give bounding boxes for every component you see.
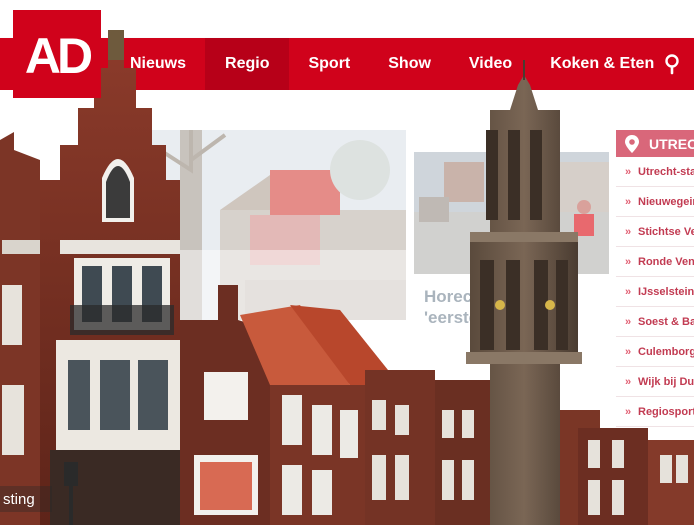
nav-items: Nieuws Regio Sport Show Video Koken & Et…: [118, 38, 673, 90]
nav-item-sport[interactable]: Sport: [289, 38, 369, 90]
page-content: Horeca maakt 'eerste dag v UTRECHT »Utre…: [0, 90, 694, 525]
double-chevron-right-icon: »: [624, 195, 631, 208]
terrace-photo-image: [414, 152, 609, 274]
region-item-ijsselstein[interactable]: » IJsselstein: [616, 277, 694, 307]
breaking-ticker-label[interactable]: sting: [0, 486, 52, 512]
double-chevron-right-icon: »: [624, 315, 631, 328]
top-strip: [0, 0, 694, 38]
site-logo[interactable]: AD: [13, 10, 101, 98]
search-icon: [665, 54, 679, 75]
region-list: »Utrecht-stad »Nieuwegein »Stichtse Vech…: [616, 157, 694, 427]
region-item-ronde-venen[interactable]: »Ronde Venen: [616, 247, 694, 277]
double-chevron-right-icon: »: [624, 345, 631, 358]
location-pin-icon: [625, 134, 639, 153]
search-button[interactable]: [662, 52, 686, 76]
news-card-terrace[interactable]: [414, 152, 609, 274]
region-item-culemborg[interactable]: » Culemborg: [616, 337, 694, 367]
double-chevron-right-icon: »: [624, 375, 631, 388]
region-item-regiosport[interactable]: » Regiosport: [616, 397, 694, 427]
news-photo-image: [150, 130, 406, 320]
region-item-nieuwegein[interactable]: » Nieuwegein: [616, 187, 694, 217]
region-item-wijk-bij-duurstede[interactable]: »Wijk bij Duurstede: [616, 367, 694, 397]
double-chevron-right-icon: »: [624, 405, 631, 418]
region-item-stichtse-vecht[interactable]: »Stichtse Vecht: [616, 217, 694, 247]
logo-text: AD: [24, 28, 93, 84]
nav-item-video[interactable]: Video: [450, 38, 531, 90]
news-headline[interactable]: Horeca maakt 'eerste dag v: [424, 286, 564, 328]
nav-item-show[interactable]: Show: [369, 38, 450, 90]
main-navigation: Nieuws Regio Sport Show Video Koken & Et…: [0, 38, 694, 90]
region-sidebar-header[interactable]: UTRECHT: [616, 130, 694, 157]
region-sidebar-title: UTRECHT: [649, 135, 694, 152]
region-item-utrecht-stad[interactable]: »Utrecht-stad: [616, 157, 694, 187]
region-item-soest-baarn[interactable]: »Soest & Baarn: [616, 307, 694, 337]
nav-item-regio[interactable]: Regio: [205, 38, 290, 90]
double-chevron-right-icon: »: [624, 225, 631, 238]
double-chevron-right-icon: »: [624, 255, 631, 268]
nav-item-nieuws[interactable]: Nieuws: [118, 38, 205, 90]
double-chevron-right-icon: »: [624, 285, 631, 298]
region-sidebar: UTRECHT »Utrecht-stad »Nieuwegein »Stich…: [616, 130, 694, 440]
nav-item-koken-eten[interactable]: Koken & Eten: [531, 38, 673, 90]
news-card-photo[interactable]: [150, 130, 406, 320]
double-chevron-right-icon: »: [624, 165, 631, 178]
